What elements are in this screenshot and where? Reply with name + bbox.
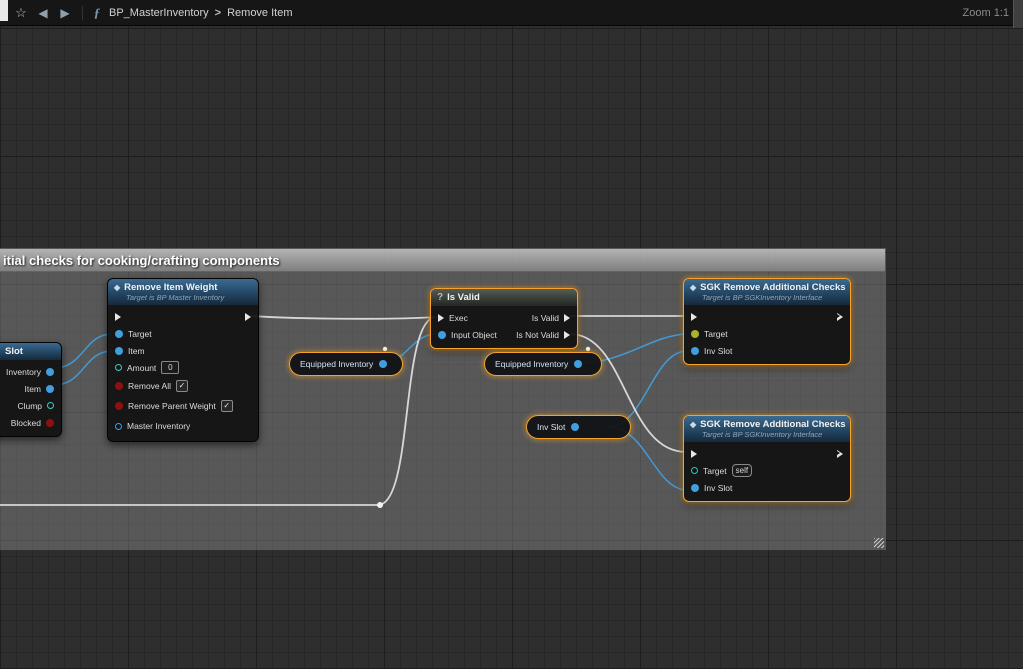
pin-label: Remove Parent Weight [128, 401, 216, 411]
target-pin[interactable] [115, 330, 123, 338]
remove-all-pin[interactable] [115, 382, 123, 390]
inv-slot-pin[interactable] [691, 484, 699, 492]
node-break-slot[interactable]: Slot Inventory Item Clump Blocked [0, 342, 62, 437]
target-pin[interactable] [691, 330, 699, 338]
exec-in-pin[interactable] [691, 450, 697, 458]
exec-out-pin[interactable] [837, 450, 843, 458]
pin-label: Item [24, 384, 41, 394]
item-pin[interactable] [46, 385, 54, 393]
panel-corner-box [1013, 0, 1023, 28]
exec-out-pin[interactable] [245, 313, 251, 321]
question-icon: ? [437, 292, 443, 303]
node-subtitle: Target is BP SGKInventory Interface [702, 293, 844, 302]
check-icon: ✓ [223, 402, 230, 410]
inv-slot-pin[interactable] [691, 347, 699, 355]
pin-label: Clump [17, 401, 42, 411]
zoom-level-label: Zoom 1:1 [963, 7, 1009, 19]
var-node-equipped-inventory-2[interactable]: Equipped Inventory [484, 352, 602, 376]
node-subtitle: Target is BP Master Inventory [126, 293, 252, 302]
pin-label: Target [703, 466, 727, 476]
forward-arrow-icon[interactable]: ▶ [54, 6, 76, 20]
function-node-icon: ◆ [690, 283, 696, 292]
var-node-inv-slot[interactable]: Inv Slot [526, 415, 631, 439]
node-title: Remove Item Weight [124, 282, 217, 293]
node-title: Is Valid [447, 292, 480, 303]
function-node-icon: ◆ [114, 283, 120, 292]
pin-label: Is Valid [532, 313, 559, 323]
pin-label: Inv Slot [704, 346, 732, 356]
is-not-valid-exec-out-pin[interactable] [564, 331, 570, 339]
target-pin[interactable] [691, 467, 698, 474]
pin-label: Amount [127, 363, 156, 373]
pin-label: Blocked [11, 418, 41, 428]
variable-label: Equipped Inventory [300, 359, 373, 369]
bookmark-star-icon[interactable]: ☆ [10, 5, 32, 21]
breadcrumb-current[interactable]: Remove Item [227, 7, 292, 19]
output-pin[interactable] [574, 360, 582, 368]
clump-pin[interactable] [47, 402, 54, 409]
output-pin[interactable] [571, 423, 579, 431]
breadcrumb-chevron-icon: > [215, 7, 221, 19]
blueprint-graph-canvas[interactable]: itial checks for cooking/crafting compon… [0, 0, 1023, 669]
toolbar-divider [82, 6, 83, 20]
pin-label: Is Not Valid [516, 330, 559, 340]
exec-in-pin[interactable] [115, 313, 121, 321]
amount-pin[interactable] [115, 364, 122, 371]
check-icon: ✓ [179, 382, 186, 390]
remove-all-checkbox[interactable]: ✓ [176, 380, 188, 392]
inventory-pin[interactable] [46, 368, 54, 376]
item-pin[interactable] [115, 347, 123, 355]
variable-label: Equipped Inventory [495, 359, 568, 369]
pin-label: Remove All [128, 381, 171, 391]
pin-label: Inventory [6, 367, 41, 377]
function-graph-icon: ƒ [89, 5, 105, 21]
master-inventory-pin[interactable] [115, 423, 122, 430]
exec-out-pin[interactable] [837, 313, 843, 321]
pin-label: Exec [449, 313, 468, 323]
comment-title[interactable]: itial checks for cooking/crafting compon… [0, 249, 885, 272]
is-valid-exec-out-pin[interactable] [564, 314, 570, 322]
pin-label: Target [128, 329, 152, 339]
exec-in-pin[interactable] [691, 313, 697, 321]
breadcrumb-toolbar: ☆ ◀ ▶ ƒ BP_MasterInventory > Remove Item… [0, 0, 1023, 26]
variable-label: Inv Slot [537, 422, 565, 432]
blocked-pin[interactable] [46, 419, 54, 427]
node-remove-item-weight[interactable]: ◆ Remove Item Weight Target is BP Master … [107, 278, 259, 442]
pin-label: Inv Slot [704, 483, 732, 493]
input-object-pin[interactable] [438, 331, 446, 339]
back-arrow-icon[interactable]: ◀ [32, 6, 54, 20]
node-is-valid[interactable]: ? Is Valid Exec Is Valid Input Object Is … [430, 288, 578, 349]
pin-label: Target [704, 329, 728, 339]
node-title: Slot [5, 346, 23, 357]
breadcrumb-root[interactable]: BP_MasterInventory [109, 7, 209, 19]
pin-label: Item [128, 346, 145, 356]
pin-label: Input Object [451, 330, 497, 340]
target-self-field[interactable]: self [732, 464, 752, 477]
panel-edge-artifact [0, 0, 8, 21]
node-title: SGK Remove Additional Checks [700, 419, 845, 430]
comment-resize-handle[interactable] [874, 538, 884, 548]
amount-input[interactable]: 0 [161, 361, 179, 374]
pin-label: Master Inventory [127, 421, 190, 431]
remove-parent-weight-pin[interactable] [115, 402, 123, 410]
node-subtitle: Target is BP SGKInventory Interface [702, 430, 844, 439]
remove-parent-weight-checkbox[interactable]: ✓ [221, 400, 233, 412]
output-pin[interactable] [379, 360, 387, 368]
node-sgk-remove-additional-checks-1[interactable]: ◆ SGK Remove Additional Checks Target is … [683, 278, 851, 365]
node-title: SGK Remove Additional Checks [700, 282, 845, 293]
var-node-equipped-inventory-1[interactable]: Equipped Inventory [289, 352, 403, 376]
exec-in-pin[interactable] [438, 314, 444, 322]
node-sgk-remove-additional-checks-2[interactable]: ◆ SGK Remove Additional Checks Target is … [683, 415, 851, 502]
function-node-icon: ◆ [690, 420, 696, 429]
